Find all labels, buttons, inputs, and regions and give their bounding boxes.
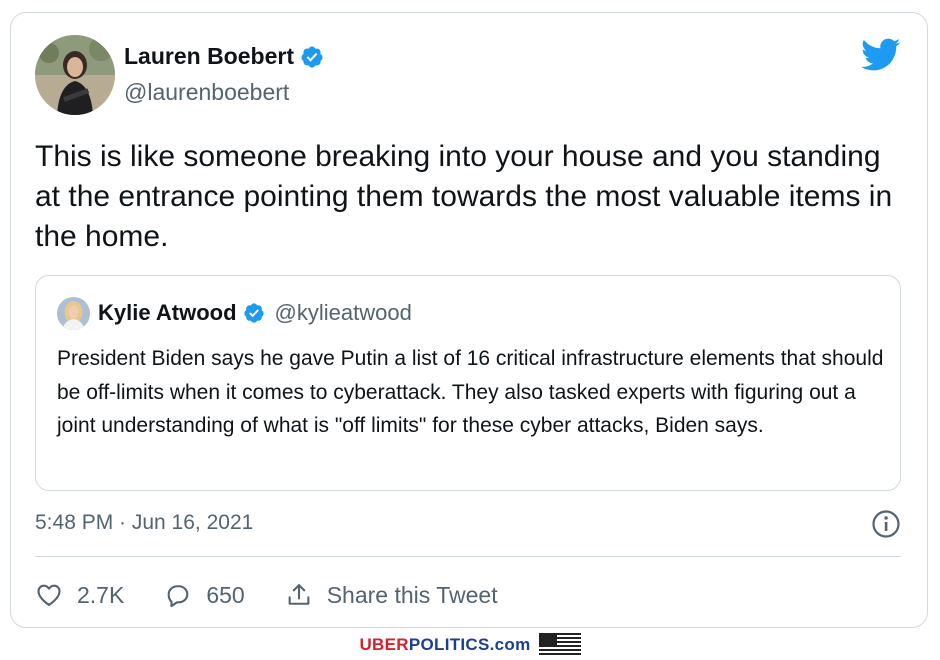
heart-icon [37,584,61,606]
tweet-card: Lauren Boebert @laurenboebert This is li… [10,12,928,628]
brand-part-2: POLITICS.com [408,635,531,654]
tweet-timestamp[interactable]: 5:48 PM · Jun 16, 2021 [35,511,253,535]
action-bar: 2.7K 650 Share this Tweet [35,577,538,613]
tweet-text: This is like someone breaking into your … [35,140,893,253]
quoted-author-avatar[interactable] [57,297,90,330]
quoted-header: Kylie Atwood @kylieatwood [98,300,412,326]
author-handle[interactable]: @laurenboebert [124,79,289,106]
quoted-author-avatar-image [57,297,90,330]
divider [35,556,901,557]
author-name[interactable]: Lauren Boebert [124,43,324,70]
author-avatar[interactable] [35,35,115,115]
share-label: Share this Tweet [326,581,498,608]
quoted-tweet[interactable]: Kylie Atwood @kylieatwood President Bide… [35,275,901,491]
share-arrow-icon [288,584,310,605]
quoted-author-handle[interactable]: @kylieatwood [275,300,412,326]
site-brand[interactable]: UBERPOLITICS.com [359,635,530,655]
us-flag-icon [538,633,581,657]
quoted-author-name[interactable]: Kylie Atwood [98,300,237,326]
reply-button[interactable]: 650 [164,581,245,609]
quoted-tweet-text: President Biden says he gave Putin a lis… [57,347,884,437]
watermark-footer: UBERPOLITICS.com [0,630,940,660]
author-name-text: Lauren Boebert [124,43,294,69]
speech-bubble-icon [167,585,189,608]
share-button[interactable]: Share this Tweet [285,581,498,609]
like-count: 2.7K [77,581,125,608]
verified-badge-icon [243,303,264,323]
twitter-bird-icon[interactable] [861,38,901,72]
like-button[interactable]: 2.7K [35,581,124,609]
info-icon[interactable] [871,509,901,539]
verified-badge-icon [301,46,323,67]
reply-count: 650 [206,581,245,608]
author-avatar-image [35,35,115,115]
brand-part-1: UBER [359,635,409,654]
